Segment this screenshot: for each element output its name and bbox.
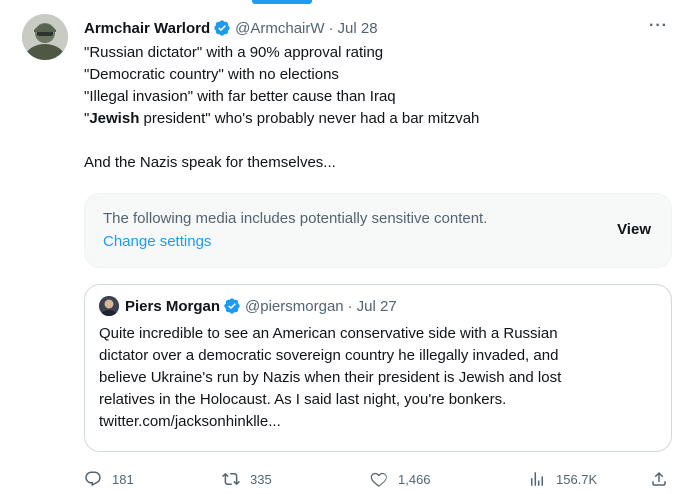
retweet-count: 335 bbox=[250, 471, 272, 487]
tweet-date[interactable]: Jul 28 bbox=[338, 20, 378, 37]
quoted-author-avatar bbox=[99, 296, 119, 316]
more-icon[interactable]: ··· bbox=[649, 17, 668, 35]
change-settings-link[interactable]: Change settings bbox=[103, 232, 211, 252]
quoted-line: believe Ukraine's run by Nazis when thei… bbox=[99, 369, 562, 386]
tweet-header: Armchair Warlord @ArmchairW · Jul 28 ··· bbox=[84, 17, 668, 39]
quoted-header-separator: · bbox=[347, 297, 353, 315]
views-icon bbox=[531, 472, 543, 486]
action-bar: 181 335 1,466 156.7K bbox=[84, 468, 674, 490]
tweet-line: "Jewish president" who's probably never … bbox=[84, 108, 674, 130]
retweet-button[interactable]: 335 bbox=[222, 468, 272, 490]
quoted-link: twitter.com/jacksonhinklle... bbox=[99, 413, 281, 430]
reply-count: 181 bbox=[112, 471, 134, 487]
quoted-tweet-header: Piers Morgan @piersmorgan · Jul 27 bbox=[99, 295, 397, 317]
quoted-line: dictator over a democratic sovereign cou… bbox=[99, 347, 559, 364]
share-icon bbox=[652, 471, 666, 486]
sensitive-media-warning: The following media includes potentially… bbox=[84, 193, 672, 268]
quoted-author-handle: @piersmorgan bbox=[245, 297, 344, 315]
tweet-closing-line: And the Nazis speak for themselves... bbox=[84, 154, 336, 171]
verified-badge-icon bbox=[224, 298, 240, 314]
tweet-line: "Russian dictator" with a 90% approval r… bbox=[84, 44, 384, 61]
tweet[interactable]: Armchair Warlord @ArmchairW · Jul 28 ···… bbox=[0, 0, 688, 494]
tweet-line: "Democratic country" with no elections bbox=[84, 66, 339, 83]
views-button[interactable]: 156.7K bbox=[528, 468, 597, 490]
sensitive-message: The following media includes potentially… bbox=[103, 210, 488, 227]
author-avatar[interactable] bbox=[22, 14, 68, 60]
bold-word: Jewish bbox=[89, 110, 140, 127]
tweet-line-rest: president" who's probably never had a ba… bbox=[139, 110, 480, 127]
author-display-name[interactable]: Armchair Warlord bbox=[84, 20, 210, 37]
like-button[interactable]: 1,466 bbox=[370, 468, 431, 490]
view-button[interactable]: View bbox=[617, 221, 651, 238]
views-count: 156.7K bbox=[556, 471, 598, 487]
author-handle[interactable]: @ArmchairW bbox=[235, 20, 324, 37]
like-count: 1,466 bbox=[398, 471, 431, 487]
reply-button[interactable]: 181 bbox=[84, 468, 134, 490]
verified-badge-icon bbox=[214, 20, 230, 36]
header-separator: · bbox=[328, 19, 334, 37]
quoted-author-display-name: Piers Morgan bbox=[125, 297, 221, 315]
tweet-line: "Illegal invasion" with far better cause… bbox=[84, 88, 396, 105]
quoted-tweet-text: Quite incredible to see an American cons… bbox=[99, 323, 659, 433]
share-button[interactable] bbox=[650, 468, 668, 490]
like-icon bbox=[370, 472, 387, 487]
quoted-line: relatives in the Holocaust. As I said la… bbox=[99, 391, 507, 408]
tweet-text: "Russian dictator" with a 90% approval r… bbox=[84, 42, 674, 174]
reply-icon bbox=[85, 471, 101, 487]
quoted-tweet[interactable]: Piers Morgan @piersmorgan · Jul 27 Quite… bbox=[84, 284, 672, 452]
quoted-tweet-date: Jul 27 bbox=[356, 297, 397, 315]
quoted-line: Quite incredible to see an American cons… bbox=[99, 325, 558, 342]
retweet-icon bbox=[222, 472, 240, 486]
